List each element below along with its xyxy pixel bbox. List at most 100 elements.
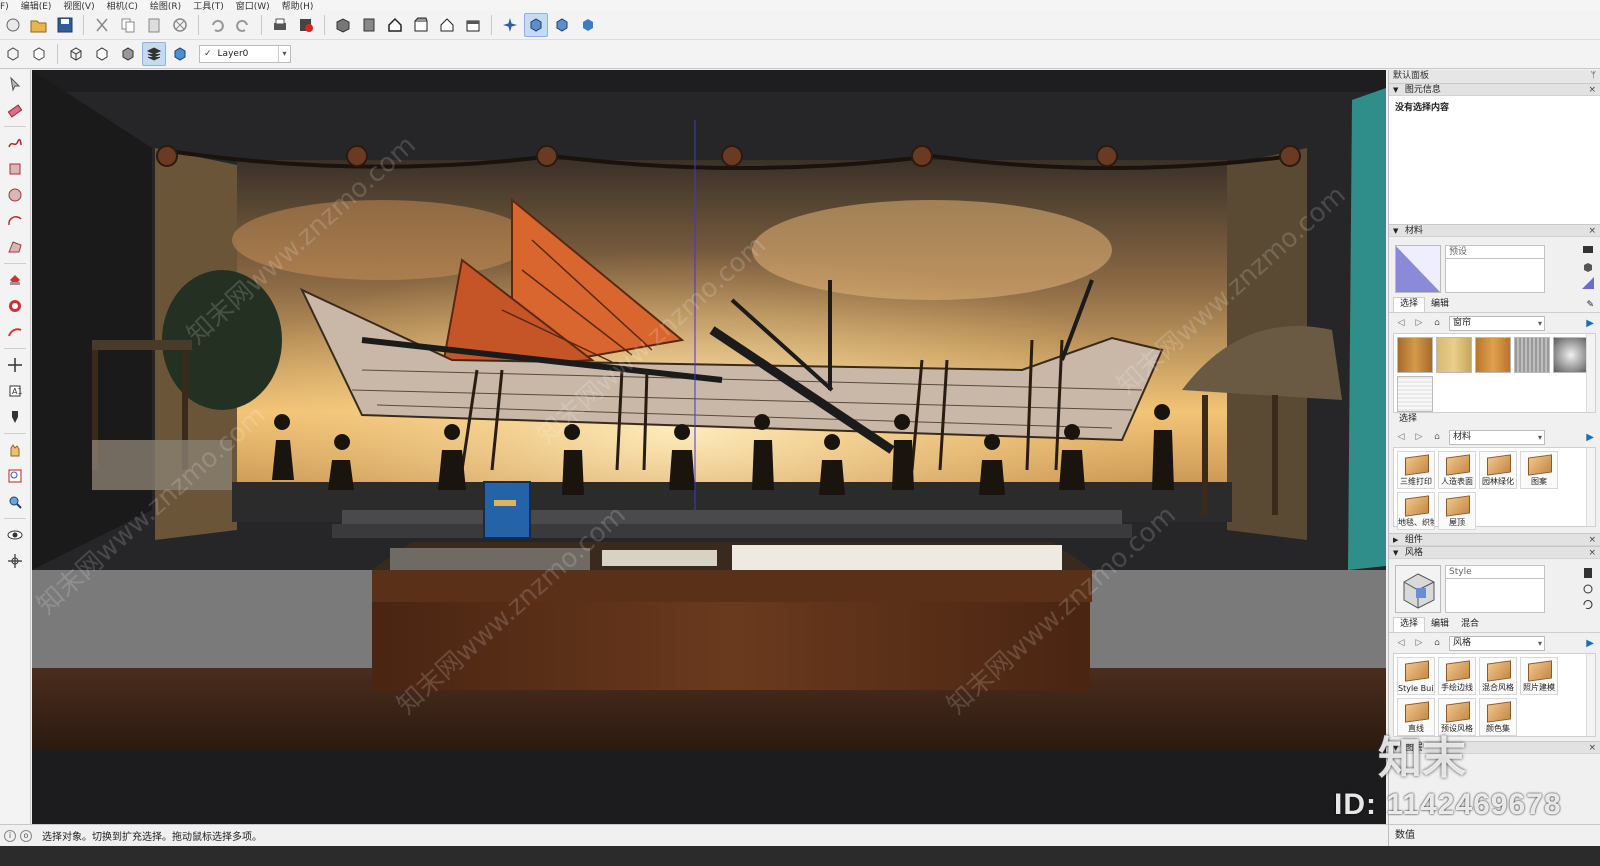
- style-name-field[interactable]: Style: [1445, 565, 1545, 579]
- look-around-icon[interactable]: [3, 523, 27, 547]
- offset-icon[interactable]: [3, 320, 27, 344]
- components-header[interactable]: ▶ 组件 ×: [1389, 533, 1600, 546]
- style-thumbnail[interactable]: [1395, 565, 1441, 613]
- forward-icon[interactable]: ▷: [1413, 431, 1425, 443]
- material-category-item[interactable]: 屋顶: [1438, 492, 1476, 530]
- textured-icon[interactable]: [550, 13, 574, 37]
- circle-icon[interactable]: [3, 183, 27, 207]
- menu-item[interactable]: 工具(T): [193, 2, 224, 11]
- menu-item[interactable]: 相机(C): [107, 2, 138, 11]
- model-info-icon[interactable]: [294, 13, 318, 37]
- box-textured-icon[interactable]: [168, 42, 192, 66]
- left-view-icon[interactable]: [461, 13, 485, 37]
- style-category-item[interactable]: 手绘边线: [1438, 657, 1476, 695]
- front-view-icon[interactable]: [383, 13, 407, 37]
- menu-item[interactable]: 编辑(E): [21, 2, 52, 11]
- back-icon[interactable]: ◁: [1395, 431, 1407, 443]
- material-category-item[interactable]: 图案: [1520, 451, 1558, 489]
- material-swatch-metal1[interactable]: [1514, 337, 1550, 373]
- create-style-icon[interactable]: [1582, 583, 1594, 595]
- walk-icon[interactable]: [3, 549, 27, 573]
- wireframe-icon[interactable]: [1, 42, 25, 66]
- forward-icon[interactable]: ▷: [1413, 637, 1425, 649]
- pan-hand-icon[interactable]: [3, 438, 27, 462]
- tab-mix[interactable]: 混合: [1455, 618, 1485, 632]
- style-category-item[interactable]: 混合风格: [1479, 657, 1517, 695]
- undo-icon[interactable]: [205, 13, 229, 37]
- style-category-item[interactable]: 颜色集: [1479, 698, 1517, 736]
- polygon-icon[interactable]: [3, 235, 27, 259]
- right-view-icon[interactable]: [409, 13, 433, 37]
- print-icon[interactable]: [268, 13, 292, 37]
- scrollbar[interactable]: [1586, 448, 1595, 526]
- materials-category-dropdown[interactable]: 材料 ▾: [1449, 429, 1545, 445]
- default-material-icon[interactable]: [1582, 277, 1594, 289]
- close-icon[interactable]: ×: [1588, 742, 1596, 755]
- material-category-item[interactable]: 地毯、织物: [1397, 492, 1435, 530]
- home-icon[interactable]: ⌂: [1431, 431, 1443, 443]
- display-icon[interactable]: [1582, 245, 1594, 257]
- save-icon[interactable]: [53, 13, 77, 37]
- material-category-item[interactable]: 三维打印: [1397, 451, 1435, 489]
- follow-me-icon[interactable]: [3, 294, 27, 318]
- copy-icon[interactable]: [116, 13, 140, 37]
- top-view-icon[interactable]: [357, 13, 381, 37]
- measurements-box[interactable]: 数值: [1388, 825, 1600, 847]
- material-category-item[interactable]: 园林绿化: [1479, 451, 1517, 489]
- forward-icon[interactable]: ▷: [1413, 317, 1425, 329]
- freehand-icon[interactable]: [3, 131, 27, 155]
- scrollbar[interactable]: [1586, 334, 1595, 412]
- scrollbar[interactable]: [1586, 654, 1595, 736]
- pin-icon[interactable]: ᛘ: [1591, 70, 1596, 83]
- home-icon[interactable]: ⌂: [1431, 317, 1443, 329]
- paint-icon[interactable]: [3, 405, 27, 429]
- viewport[interactable]: 知末网www.znzmo.com 知末网www.znzmo.com 知末网www…: [32, 70, 1386, 824]
- zoom-icon[interactable]: [3, 464, 27, 488]
- box-hidden-icon[interactable]: [90, 42, 114, 66]
- material-swatch-fabric[interactable]: [1397, 376, 1433, 412]
- close-icon[interactable]: ×: [1588, 84, 1596, 97]
- back-icon[interactable]: ◁: [1395, 317, 1407, 329]
- iso-view-icon[interactable]: [331, 13, 355, 37]
- details-icon[interactable]: ▶: [1586, 318, 1594, 329]
- home-icon[interactable]: ⌂: [1431, 637, 1443, 649]
- details-icon[interactable]: ▶: [1586, 638, 1594, 649]
- back-view-icon[interactable]: [435, 13, 459, 37]
- menu-item[interactable]: F): [0, 2, 9, 11]
- material-swatch-wood1[interactable]: [1397, 337, 1433, 373]
- zoom-extents-icon[interactable]: [3, 490, 27, 514]
- tab-select[interactable]: 选择: [1393, 617, 1426, 632]
- cut-icon[interactable]: [90, 13, 114, 37]
- menu-item[interactable]: 绘图(R): [150, 2, 181, 11]
- layer-dropdown[interactable]: ✓ Layer0 ▾: [199, 45, 291, 63]
- select-arrow-icon[interactable]: [3, 72, 27, 96]
- layers-icon[interactable]: [142, 42, 166, 66]
- arc-icon[interactable]: [3, 209, 27, 233]
- details-icon[interactable]: ▶: [1586, 432, 1594, 443]
- materials-header[interactable]: ▼ 材料 ×: [1389, 224, 1600, 237]
- box-wire-icon[interactable]: [64, 42, 88, 66]
- xray-icon[interactable]: [498, 13, 522, 37]
- paste-icon[interactable]: [142, 13, 166, 37]
- monochrome-icon[interactable]: [576, 13, 600, 37]
- open-icon[interactable]: [27, 13, 51, 37]
- tab-edit[interactable]: 编辑: [1425, 618, 1455, 632]
- create-material-icon[interactable]: [1582, 261, 1594, 273]
- material-swatch-metal2[interactable]: [1553, 337, 1589, 373]
- menu-item[interactable]: 视图(V): [63, 2, 94, 11]
- tab-edit[interactable]: 编辑: [1425, 298, 1455, 312]
- select-icon[interactable]: [1, 13, 25, 37]
- eraser-icon[interactable]: [3, 98, 27, 122]
- material-swatch-wood3[interactable]: [1475, 337, 1511, 373]
- push-pull-icon[interactable]: [3, 268, 27, 292]
- tab-select[interactable]: 选择: [1393, 297, 1426, 312]
- styles-header[interactable]: ▼ 风格 ×: [1389, 546, 1600, 559]
- material-name-field[interactable]: 预设: [1445, 245, 1545, 259]
- user-icon[interactable]: o: [20, 829, 32, 842]
- box-shaded-icon[interactable]: [116, 42, 140, 66]
- hidden-line-icon[interactable]: [27, 42, 51, 66]
- menu-item[interactable]: 帮助(H): [282, 2, 314, 11]
- redo-icon[interactable]: [231, 13, 255, 37]
- save-style-icon[interactable]: [1582, 567, 1594, 579]
- shaded-icon[interactable]: [524, 12, 548, 37]
